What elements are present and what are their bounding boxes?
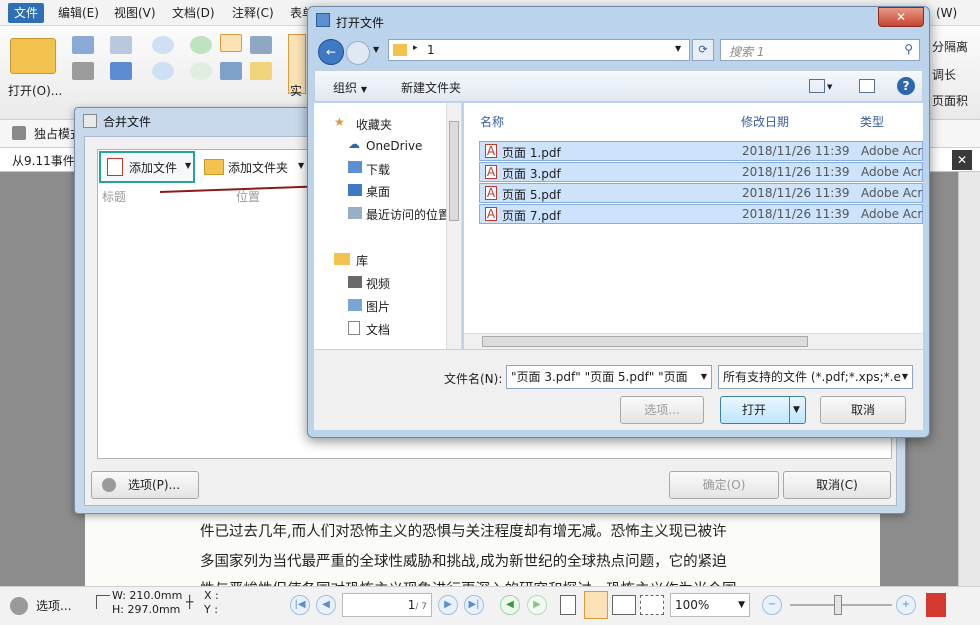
pdf-file-icon: A (485, 186, 497, 200)
pdf-file-icon: A (485, 144, 497, 158)
filename-dropdown-icon[interactable]: ▼ (700, 366, 707, 388)
filetype-select[interactable]: 所有支持的文件 (*.pdf;*.xps;*.e ▼ (718, 365, 913, 389)
column-type-header[interactable]: 类型 (860, 113, 884, 130)
nav-scrollbar-thumb[interactable] (449, 121, 459, 221)
file-date: 2018/11/26 11:39 (742, 144, 850, 158)
horizontal-scrollbar[interactable] (464, 333, 923, 349)
nav-onedrive[interactable]: OneDrive (366, 139, 422, 153)
file-name: 页面 1.pdf (502, 146, 561, 160)
desktop-icon (348, 184, 362, 196)
open-dropdown-icon[interactable]: ▼ (793, 397, 800, 423)
search-input[interactable]: 搜索 1 ⚲ (720, 39, 920, 61)
nav-library[interactable]: 库 (356, 252, 368, 269)
new-folder-button[interactable]: 新建文件夹 (401, 79, 461, 96)
pictures-icon (348, 299, 362, 311)
nav-scrollbar[interactable] (446, 103, 461, 349)
file-name: 页面 7.pdf (502, 209, 561, 223)
preview-pane-icon[interactable] (859, 79, 875, 93)
pdf-file-icon: A (485, 207, 497, 221)
search-icon[interactable]: ⚲ (904, 42, 913, 56)
dialog-bottom-area: 文件名(N): "页面 3.pdf" "页面 5.pdf" "页面 ▼ 所有支持… (314, 350, 923, 430)
file-type: Adobe Acr (861, 165, 923, 179)
filename-value: "页面 3.pdf" "页面 5.pdf" "页面 (511, 370, 688, 384)
view-options-icon[interactable] (809, 79, 825, 93)
organize-label: 组织 (333, 81, 358, 95)
dialog-toolbar: 组织 ▼ 新建文件夹 ▼ ? (314, 70, 923, 102)
filename-input[interactable]: "页面 3.pdf" "页面 5.pdf" "页面 ▼ (506, 365, 712, 389)
open-file-dialog: 打开文件 ✕ ← ▼ ▸ 1 ▼ ⟳ 搜索 1 ⚲ 组织 ▼ 新建文件夹 ▼ ?… (307, 6, 930, 438)
open-dialog-icon (316, 13, 330, 27)
recent-locations-icon[interactable]: ▼ (373, 45, 379, 54)
file-name: 页面 3.pdf (502, 167, 561, 181)
breadcrumb-folder[interactable]: 1 (427, 43, 435, 57)
view-options-dropdown-icon[interactable]: ▼ (827, 83, 832, 91)
back-arrow-icon[interactable]: ← (318, 39, 344, 65)
folder-icon (393, 44, 407, 56)
file-row[interactable]: A 页面 5.pdf 2018/11/26 11:39 Adobe Acr (479, 183, 923, 203)
column-name-header[interactable]: 名称 (480, 113, 504, 130)
nav-favorites[interactable]: 收藏夹 (356, 116, 392, 133)
nav-desktop[interactable]: 桌面 (366, 183, 390, 200)
open-options-button[interactable]: 选项... (620, 396, 704, 424)
close-icon[interactable]: ✕ (878, 7, 924, 27)
file-row[interactable]: A 页面 7.pdf 2018/11/26 11:39 Adobe Acr (479, 204, 923, 224)
address-dropdown-icon[interactable]: ▼ (675, 44, 681, 53)
file-date: 2018/11/26 11:39 (742, 207, 850, 221)
documents-icon (348, 321, 360, 335)
refresh-icon[interactable]: ⟳ (692, 39, 714, 61)
navigation-pane: ★ 收藏夹 ☁ OneDrive 下载 桌面 最近访问的位置 库 视频 图片 文… (314, 103, 462, 349)
recent-places-icon (348, 207, 362, 219)
library-icon (334, 253, 350, 265)
file-date: 2018/11/26 11:39 (742, 165, 850, 179)
favorites-star-icon: ★ (334, 115, 345, 129)
nav-pictures[interactable]: 图片 (366, 298, 390, 315)
organize-button[interactable]: 组织 ▼ (333, 79, 367, 96)
help-icon[interactable]: ? (897, 77, 915, 95)
file-name: 页面 5.pdf (502, 188, 561, 202)
open-dialog-title: 打开文件 (336, 16, 385, 30)
cloud-icon: ☁ (348, 137, 360, 151)
split-divider (789, 397, 790, 423)
filetype-dropdown-icon[interactable]: ▼ (901, 366, 908, 388)
organize-dropdown-icon: ▼ (360, 85, 367, 94)
file-type: Adobe Acr (861, 186, 923, 200)
file-row[interactable]: A 页面 3.pdf 2018/11/26 11:39 Adobe Acr (479, 162, 923, 182)
horizontal-scrollbar-thumb[interactable] (482, 336, 808, 347)
open-button-label: 打开 (741, 403, 766, 417)
downloads-icon (348, 161, 362, 173)
column-modified-header[interactable]: 修改日期 (741, 113, 789, 130)
forward-arrow-icon[interactable] (346, 41, 370, 65)
videos-icon (348, 276, 362, 288)
file-date: 2018/11/26 11:39 (742, 186, 850, 200)
nav-recent[interactable]: 最近访问的位置 (366, 206, 450, 223)
open-cancel-button[interactable]: 取消 (820, 396, 906, 424)
nav-videos[interactable]: 视频 (366, 275, 390, 292)
nav-downloads[interactable]: 下载 (366, 161, 390, 178)
address-bar[interactable]: ▸ 1 ▼ (388, 39, 690, 61)
breadcrumb-separator-icon[interactable]: ▸ (413, 43, 418, 53)
open-button[interactable]: 打开 ▼ (720, 396, 806, 424)
nav-documents[interactable]: 文档 (366, 321, 390, 338)
pdf-file-icon: A (485, 165, 497, 179)
filetype-value: 所有支持的文件 (*.pdf;*.xps;*.e (723, 370, 901, 384)
file-list-pane: 名称 修改日期 类型 A 页面 1.pdf 2018/11/26 11:39 A… (464, 103, 923, 349)
file-type: Adobe Acr (861, 207, 923, 221)
search-placeholder: 搜索 1 (729, 45, 765, 59)
file-row[interactable]: A 页面 1.pdf 2018/11/26 11:39 Adobe Acr (479, 141, 923, 161)
file-type: Adobe Acr (861, 144, 923, 158)
filename-label: 文件名(N): (444, 372, 503, 386)
